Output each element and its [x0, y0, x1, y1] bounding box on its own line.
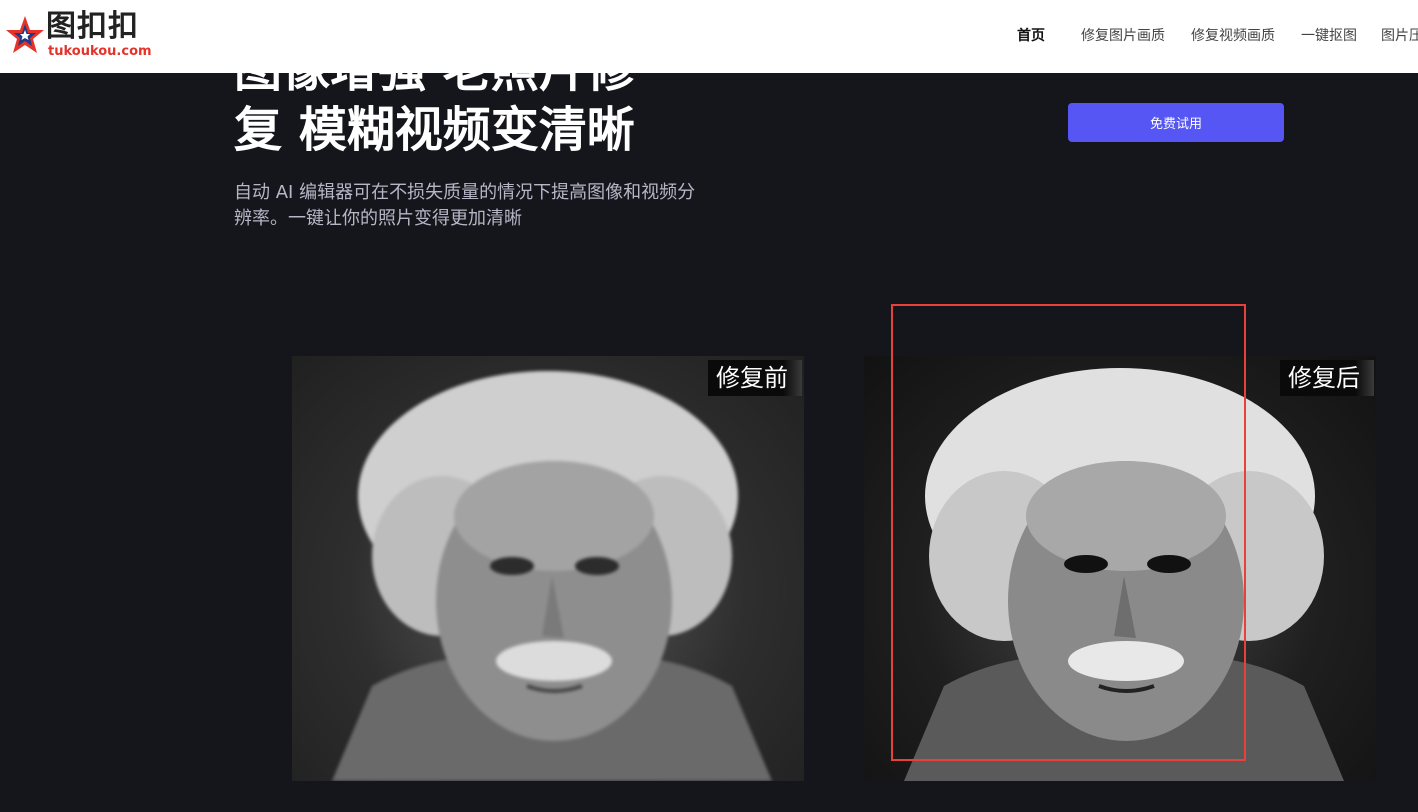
- portrait-illustration-before: [332, 371, 772, 781]
- highlight-box: [891, 304, 1246, 761]
- hero-subtitle: 自动 AI 编辑器可在不损失质量的情况下提高图像和视频分辨率。一键让你的照片变得…: [234, 182, 696, 229]
- main-nav: 首页 修复图片画质 修复视频画质 一键抠图 图片压缩: [0, 0, 1418, 73]
- site-header: 图扣扣 tukoukou.com 首页 修复图片画质 修复视频画质 一键抠图 图…: [0, 0, 1418, 73]
- nav-item-home[interactable]: 首页: [1017, 26, 1045, 46]
- nav-item-restore-video[interactable]: 修复视频画质: [1191, 26, 1275, 46]
- before-photo: 修复前: [292, 356, 804, 781]
- before-label: 修复前: [708, 360, 802, 396]
- after-label: 修复后: [1280, 360, 1374, 396]
- nav-item-cutout[interactable]: 一键抠图: [1301, 26, 1357, 46]
- nav-item-restore-image[interactable]: 修复图片画质: [1081, 26, 1165, 46]
- free-trial-button[interactable]: 免费试用: [1068, 103, 1284, 142]
- hero-title-line-2: 复 模糊视频变清晰: [234, 102, 635, 158]
- nav-item-compress[interactable]: 图片压缩: [1381, 26, 1418, 46]
